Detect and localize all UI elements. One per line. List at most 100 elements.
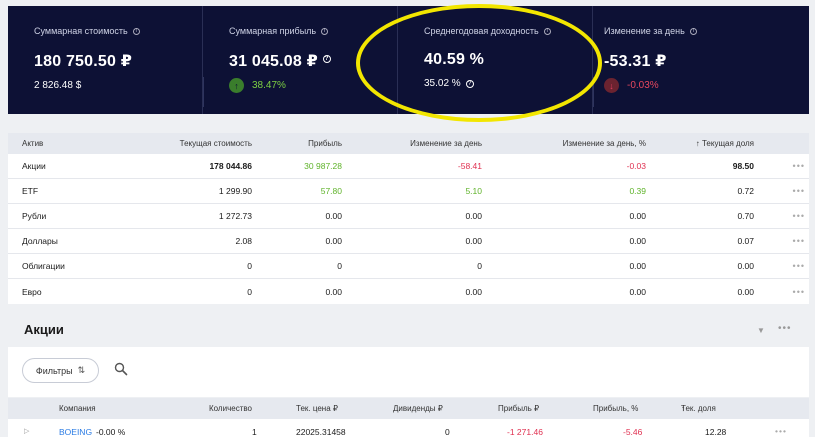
- divider: [593, 77, 594, 107]
- asset-name: Облигации: [22, 261, 65, 271]
- total-value-card: Суммарная стоимость i 180 750.50 ₽ 2 826…: [8, 6, 203, 114]
- more-icon[interactable]: •••: [754, 161, 809, 171]
- sort-icon: ⇅: [77, 365, 86, 375]
- arrow-down-icon: ↓: [604, 78, 619, 93]
- stocks-table-header: Компания Количество Тек. цена ₽ Дивиденд…: [8, 398, 809, 419]
- asset-change: 0.00: [465, 286, 482, 297]
- asset-profit: 30 987.28: [304, 161, 342, 171]
- expand-icon[interactable]: ▷: [24, 427, 29, 435]
- asset-share: 98.50: [732, 161, 754, 171]
- table-row[interactable]: Акции 178 044.86 30 987.28 -58.41 -0.03 …: [8, 154, 809, 179]
- more-icon[interactable]: •••: [754, 211, 809, 221]
- asset-profit: 0.00: [325, 286, 342, 297]
- question-icon[interactable]: ?: [465, 79, 474, 88]
- question-icon[interactable]: ?: [322, 54, 331, 63]
- asset-change: 5.10: [465, 186, 482, 196]
- stock-dividends: 0: [445, 427, 450, 437]
- assets-table: Актив Текущая стоимость Прибыль Изменени…: [8, 133, 809, 304]
- search-icon[interactable]: [114, 362, 128, 376]
- asset-name: Доллары: [22, 236, 58, 246]
- card-title: Суммарная прибыль: [229, 26, 317, 36]
- asset-share: 0.72: [737, 186, 754, 196]
- info-icon[interactable]: i: [132, 27, 140, 35]
- annual-yield-card: Среднегодовая доходность i 40.59 % 35.02…: [398, 6, 593, 114]
- table-row[interactable]: Доллары 2.08 0.00 0.00 0.00 0.07 •••: [8, 229, 809, 254]
- header-asset[interactable]: Актив: [8, 139, 148, 148]
- asset-profit: 0.00: [325, 236, 342, 246]
- asset-change-pct: 0.39: [629, 186, 646, 196]
- header-price[interactable]: Тек. цена ₽: [296, 404, 338, 413]
- stock-profit: -1 271.46: [507, 427, 543, 437]
- card-value: 40.59 %: [424, 51, 485, 68]
- asset-change-pct: 0.00: [629, 211, 646, 221]
- asset-value: 2.08: [235, 236, 252, 246]
- card-sub: 2 826.48 $: [34, 80, 82, 91]
- info-icon[interactable]: i: [689, 27, 697, 35]
- more-icon[interactable]: •••: [775, 426, 787, 436]
- asset-name: Акции: [22, 161, 46, 171]
- asset-name: Евро: [22, 286, 42, 297]
- table-row[interactable]: Рубли 1 272.73 0.00 0.00 0.00 0.70 •••: [8, 204, 809, 229]
- stock-profit-pct: -5.46: [623, 427, 643, 437]
- company-name[interactable]: BOEING: [59, 427, 92, 437]
- stock-price: 22025.31458: [296, 427, 346, 437]
- arrow-up-icon: ↑: [229, 78, 244, 93]
- header-profit[interactable]: Прибыль: [252, 139, 342, 148]
- stock-quantity: 1: [252, 427, 257, 437]
- more-icon[interactable]: •••: [778, 323, 792, 334]
- profit-percent: 38.47%: [252, 80, 286, 91]
- asset-share: 0.70: [737, 211, 754, 221]
- asset-change-pct: -0.03: [626, 161, 646, 171]
- header-profit[interactable]: Прибыль ₽: [498, 404, 539, 413]
- asset-profit: 0.00: [325, 211, 342, 221]
- more-icon[interactable]: •••: [754, 186, 809, 196]
- company-day-change: -0.00 %: [96, 427, 126, 437]
- asset-share: 0.00: [737, 286, 754, 297]
- summary-panel: Суммарная стоимость i 180 750.50 ₽ 2 826…: [8, 6, 809, 114]
- asset-change: 0: [477, 261, 482, 271]
- asset-value: 0: [247, 286, 252, 297]
- header-quantity[interactable]: Количество: [209, 404, 252, 413]
- table-row[interactable]: Евро 0 0.00 0.00 0.00 0.00 •••: [8, 279, 809, 304]
- asset-name: Рубли: [22, 211, 47, 221]
- card-title: Изменение за день: [604, 26, 685, 36]
- asset-change-pct: 0.00: [629, 286, 646, 297]
- filters-label: Фильтры: [35, 365, 73, 376]
- asset-change: 0.00: [465, 211, 482, 221]
- header-dividends[interactable]: Дивиденды ₽: [393, 404, 443, 413]
- info-icon[interactable]: i: [543, 27, 551, 35]
- asset-profit: 57.80: [320, 186, 342, 196]
- more-icon[interactable]: •••: [754, 236, 809, 246]
- caret-down-icon[interactable]: ▼: [757, 326, 765, 335]
- table-header: Актив Текущая стоимость Прибыль Изменени…: [8, 133, 809, 154]
- asset-share: 0.07: [737, 236, 754, 246]
- more-icon[interactable]: •••: [754, 261, 809, 271]
- header-value[interactable]: Текущая стоимость: [148, 139, 252, 148]
- asset-value: 1 272.73: [218, 211, 252, 221]
- card-sub: 35.02 %: [424, 78, 461, 89]
- card-value: -53.31 ₽: [604, 53, 667, 70]
- asset-change-pct: 0.00: [629, 261, 646, 271]
- asset-change-pct: 0.00: [629, 236, 646, 246]
- table-row[interactable]: ETF 1 299.90 57.80 5.10 0.39 0.72 •••: [8, 179, 809, 204]
- header-profit-pct[interactable]: Прибыль, %: [593, 404, 638, 413]
- asset-profit: 0: [337, 261, 342, 271]
- asset-change: 0.00: [465, 236, 482, 246]
- asset-value: 0: [247, 261, 252, 271]
- card-value: 31 045.08 ₽: [229, 53, 318, 70]
- asset-value: 178 044.86: [209, 161, 252, 171]
- header-day-change[interactable]: Изменение за день: [342, 139, 482, 148]
- header-share: Тек. доля: [681, 404, 716, 413]
- divider: [203, 77, 204, 107]
- day-change-card: Изменение за день i -53.31 ₽ ↓ -0.03%: [593, 6, 809, 114]
- header-company[interactable]: Компания: [59, 404, 96, 413]
- asset-name: ETF: [22, 186, 39, 196]
- header-day-change-pct[interactable]: Изменение за день, %: [482, 139, 646, 148]
- card-value: 180 750.50 ₽: [34, 53, 133, 70]
- table-row[interactable]: ▷ BOEING -0.00 % 1 22025.31458 0 -1 271.…: [8, 419, 809, 437]
- info-icon[interactable]: i: [321, 27, 329, 35]
- total-profit-card: Суммарная прибыль i 31 045.08 ₽ ? ↑ 38.4…: [203, 6, 398, 114]
- filters-button[interactable]: Фильтры ⇅: [22, 358, 99, 383]
- table-row[interactable]: Облигации 0 0 0 0.00 0.00 •••: [8, 254, 809, 279]
- more-icon[interactable]: •••: [754, 287, 809, 297]
